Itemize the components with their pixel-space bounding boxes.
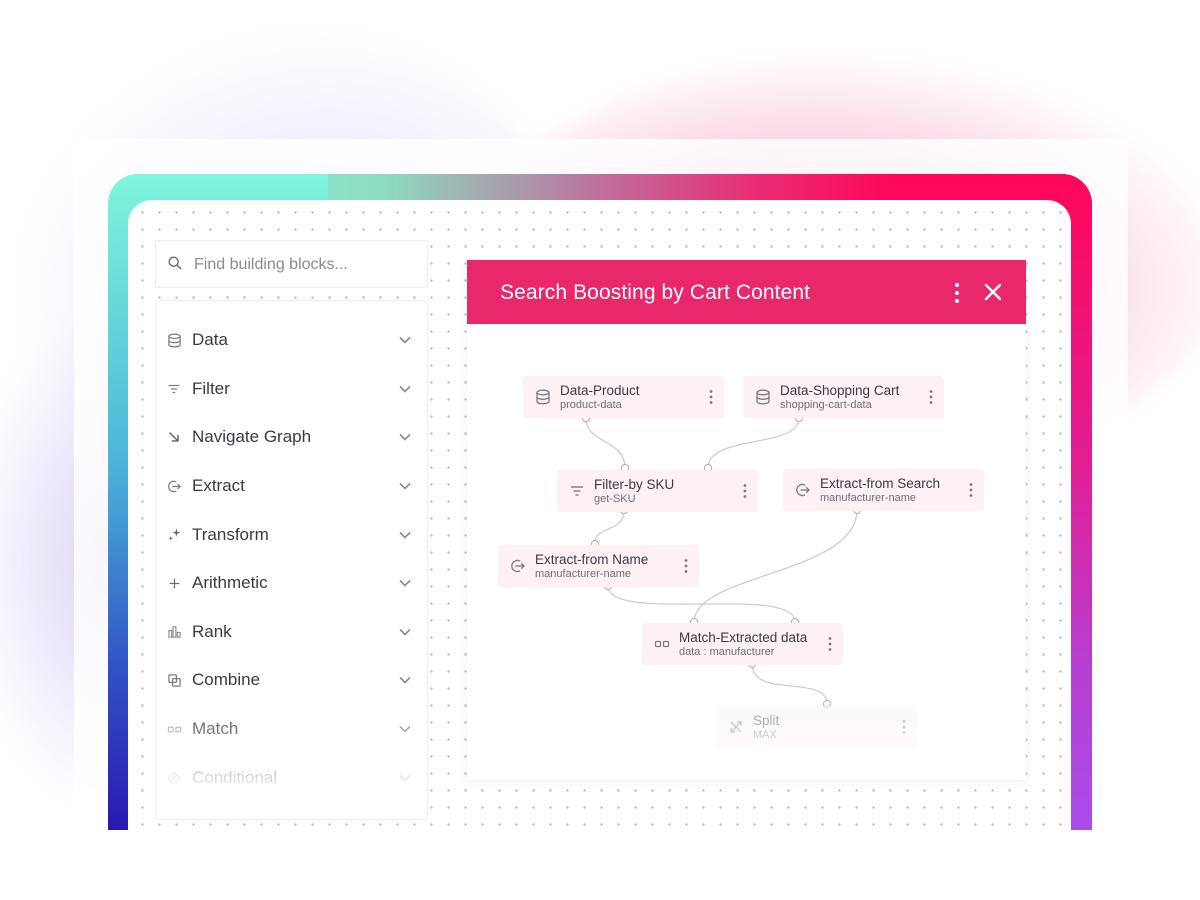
chevron-down-icon[interactable] [398, 722, 412, 736]
chevron-down-icon[interactable] [398, 479, 412, 493]
node-extract-from-name[interactable]: Extract-from Name manufacturer-name [498, 545, 699, 587]
flow-canvas: Data-Product product-data Data-Shopping … [467, 324, 1026, 780]
category-label: Arithmetic [192, 573, 268, 593]
chevron-down-icon[interactable] [398, 771, 412, 785]
building-blocks-panel: Data Filter Navigate Graph Extract Trans… [155, 300, 428, 820]
more-vertical-icon[interactable] [683, 558, 689, 574]
node-subtitle: data : manufacturer [679, 646, 775, 658]
category-filter[interactable]: Filter [156, 365, 427, 414]
category-rank[interactable]: Rank [156, 608, 427, 657]
match-icon [654, 640, 670, 648]
category-label: Transform [192, 524, 269, 544]
sparkle-icon [166, 527, 182, 543]
node-title: Filter-by SKU [594, 477, 675, 492]
chevron-down-icon[interactable] [398, 333, 412, 347]
category-label: Navigate Graph [192, 427, 312, 447]
split-icon [730, 721, 742, 733]
bar-chart-icon [166, 624, 182, 640]
category-data[interactable]: Data [156, 316, 427, 365]
arrow-down-right-icon [166, 429, 182, 445]
node-filter-by-sku[interactable]: Filter-by SKU get-SKU [557, 470, 758, 512]
combine-icon [166, 672, 182, 688]
diamond-icon [166, 770, 182, 786]
more-vertical-icon[interactable] [742, 483, 748, 499]
node-data-shopping-cart[interactable]: Data-Shopping Cart shopping-cart-data [743, 376, 944, 418]
node-subtitle: manufacturer-name [820, 492, 916, 504]
database-icon [536, 389, 550, 405]
node-subtitle: MAX [753, 729, 777, 741]
flow-title: Search Boosting by Cart Content [500, 281, 811, 304]
more-vertical-icon[interactable] [708, 389, 714, 405]
edge-match-to-split [751, 663, 828, 705]
filter-icon [571, 486, 583, 496]
node-subtitle: manufacturer-name [535, 568, 631, 580]
chevron-down-icon[interactable] [398, 528, 412, 542]
flow-editor-panel: Search Boosting by Cart Content Data-Pro… [467, 260, 1026, 780]
category-list: Data Filter Navigate Graph Extract Trans… [156, 316, 427, 802]
more-vertical-icon[interactable] [968, 482, 974, 498]
category-label: Extract [192, 476, 245, 496]
more-vertical-icon[interactable] [928, 389, 934, 405]
search-icon [168, 256, 182, 270]
node-title: Data-Shopping Cart [780, 383, 900, 398]
node-subtitle: product-data [560, 399, 622, 411]
chevron-down-icon[interactable] [398, 576, 412, 590]
category-label: Combine [192, 670, 261, 690]
node-match-extracted-data[interactable]: Match-Extracted data data : manufacturer [642, 623, 843, 665]
database-icon [166, 332, 182, 348]
extract-icon [166, 478, 182, 494]
more-vertical-icon[interactable] [901, 719, 907, 735]
edge-product-to-filter [585, 417, 626, 469]
category-match[interactable]: Match [156, 705, 427, 754]
node-title: Split [753, 713, 780, 728]
edge-extract-name-to-match [607, 585, 796, 623]
edge-cart-to-filter [707, 417, 800, 469]
category-label: Rank [192, 621, 232, 641]
category-label: Match [192, 719, 239, 739]
node-subtitle: shopping-cart-data [780, 399, 872, 411]
node-data-product[interactable]: Data-Product product-data [523, 376, 724, 418]
match-icon [166, 721, 182, 737]
search-box[interactable] [155, 240, 428, 289]
node-title: Match-Extracted data [679, 630, 808, 645]
category-conditional[interactable]: Conditional [156, 753, 427, 802]
bottom-fade [0, 830, 1200, 900]
close-icon[interactable] [983, 282, 1003, 302]
extract-icon [796, 483, 810, 497]
filter-icon [166, 381, 182, 397]
search-input[interactable] [192, 241, 426, 289]
node-extract-from-search[interactable]: Extract-from Search manufacturer-name [783, 469, 984, 511]
edge-filter-to-extract-name [594, 509, 625, 545]
flow-header: Search Boosting by Cart Content [467, 260, 1026, 324]
node-title: Extract-from Name [535, 552, 649, 567]
category-arithmetic[interactable]: Arithmetic [156, 559, 427, 608]
category-extract[interactable]: Extract [156, 462, 427, 511]
chevron-down-icon[interactable] [398, 382, 412, 396]
category-label: Conditional [192, 767, 278, 787]
category-label: Filter [192, 378, 230, 398]
chevron-down-icon[interactable] [398, 673, 412, 687]
category-label: Data [192, 330, 228, 350]
chevron-down-icon[interactable] [398, 430, 412, 444]
more-vertical-icon[interactable] [827, 636, 833, 652]
category-combine[interactable]: Combine [156, 656, 427, 705]
more-vertical-icon[interactable] [951, 282, 963, 304]
category-navigate-graph[interactable]: Navigate Graph [156, 413, 427, 462]
node-subtitle: get-SKU [594, 493, 636, 505]
category-transform[interactable]: Transform [156, 510, 427, 559]
node-title: Data-Product [560, 383, 640, 398]
database-icon [756, 389, 770, 405]
edge-extract-search-to-match [693, 509, 858, 623]
node-title: Extract-from Search [820, 476, 941, 491]
chevron-down-icon[interactable] [398, 625, 412, 639]
plus-icon [166, 575, 182, 591]
node-split[interactable]: Split MAX [716, 706, 917, 748]
extract-icon [511, 559, 525, 573]
